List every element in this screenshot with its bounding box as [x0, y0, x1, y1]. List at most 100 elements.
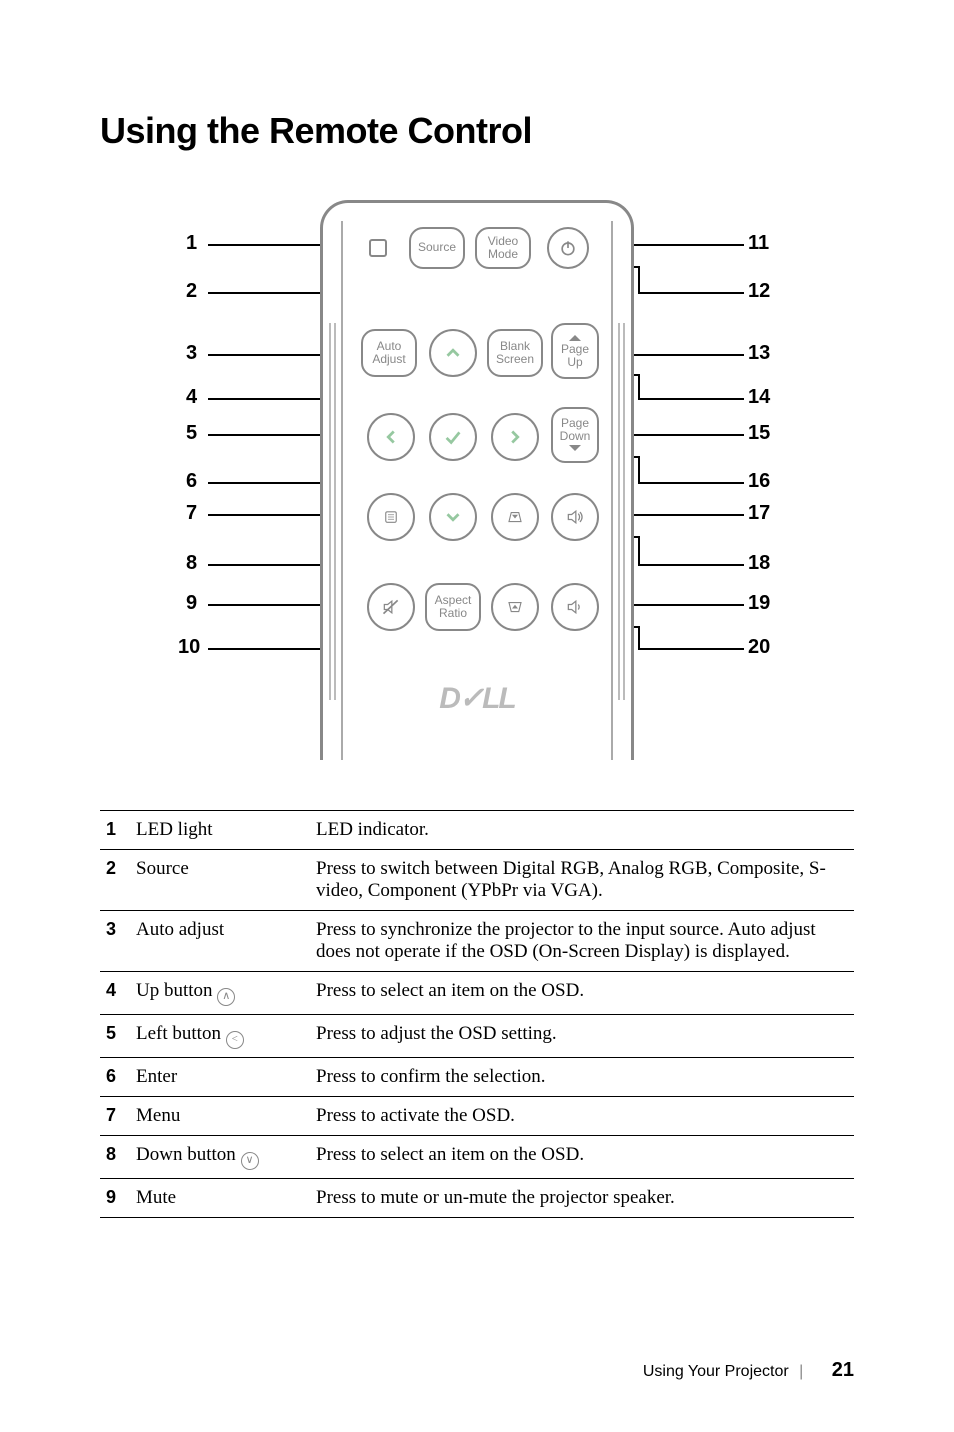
callout-13: 13 [748, 342, 770, 365]
left-button [367, 413, 415, 461]
page-footer: Using Your Projector | 21 [643, 1359, 854, 1382]
row-name: Mute [130, 1179, 310, 1218]
row-number: 9 [100, 1179, 130, 1218]
power-button [547, 227, 589, 269]
volume-up-icon [565, 507, 585, 527]
callout-10: 10 [178, 636, 200, 659]
row-desc: Press to activate the OSD. [310, 1097, 854, 1136]
row-number: 7 [100, 1097, 130, 1136]
enter-button [429, 413, 477, 461]
volume-up-button [551, 493, 599, 541]
page-down-button: PageDown [551, 407, 599, 463]
callout-7: 7 [186, 502, 197, 525]
callout-6: 6 [186, 470, 197, 493]
callout-9: 9 [186, 592, 197, 615]
row-desc: Press to confirm the selection. [310, 1058, 854, 1097]
table-row: 3Auto adjustPress to synchronize the pro… [100, 911, 854, 972]
table-row: 5Left button <Press to adjust the OSD se… [100, 1015, 854, 1058]
table-row: 1LED lightLED indicator. [100, 811, 854, 850]
row-number: 3 [100, 911, 130, 972]
callout-14: 14 [748, 386, 770, 409]
mute-icon [381, 597, 401, 617]
callout-table: 1LED lightLED indicator.2SourcePress to … [100, 810, 854, 1218]
down-arrow-icon [442, 506, 464, 528]
row-name: Left button < [130, 1015, 310, 1058]
volume-down-button [551, 583, 599, 631]
symbol-icon: < [226, 1031, 244, 1049]
menu-icon [382, 508, 400, 526]
callout-12: 12 [748, 280, 770, 303]
keystone-down-button [491, 493, 539, 541]
down-button [429, 493, 477, 541]
page-title: Using the Remote Control [100, 110, 854, 152]
row-desc: Press to synchronize the projector to th… [310, 911, 854, 972]
row-name: LED light [130, 811, 310, 850]
row-name: Auto adjust [130, 911, 310, 972]
callout-11: 11 [748, 232, 769, 255]
callout-1: 1 [186, 232, 197, 255]
table-row: 8Down button ∨Press to select an item on… [100, 1136, 854, 1179]
row-number: 6 [100, 1058, 130, 1097]
keystone-up-icon [506, 598, 524, 616]
remote-body: Source VideoMode AutoAdjust BlankScreen … [320, 200, 634, 760]
symbol-icon: ∧ [217, 988, 235, 1006]
footer-section: Using Your Projector [643, 1363, 789, 1380]
callout-16: 16 [748, 470, 770, 493]
table-row: 9MutePress to mute or un-mute the projec… [100, 1179, 854, 1218]
menu-button [367, 493, 415, 541]
check-icon [442, 426, 464, 448]
up-arrow-icon [442, 342, 464, 364]
table-row: 7MenuPress to activate the OSD. [100, 1097, 854, 1136]
row-name: Source [130, 850, 310, 911]
right-button [491, 413, 539, 461]
row-number: 1 [100, 811, 130, 850]
down-triangle-icon [566, 443, 584, 453]
callout-20: 20 [748, 636, 770, 659]
video-mode-button: VideoMode [475, 227, 531, 269]
footer-page: 21 [832, 1359, 854, 1381]
source-button: Source [409, 227, 465, 269]
symbol-icon: ∨ [241, 1152, 259, 1170]
row-number: 2 [100, 850, 130, 911]
callout-2: 2 [186, 280, 197, 303]
volume-down-icon [565, 597, 585, 617]
row-desc: Press to mute or un-mute the projector s… [310, 1179, 854, 1218]
row-desc: Press to switch between Digital RGB, Ana… [310, 850, 854, 911]
aspect-ratio-button: AspectRatio [425, 583, 481, 631]
table-row: 6EnterPress to confirm the selection. [100, 1058, 854, 1097]
callout-3: 3 [186, 342, 197, 365]
callout-8: 8 [186, 552, 197, 575]
table-row: 2SourcePress to switch between Digital R… [100, 850, 854, 911]
row-name: Menu [130, 1097, 310, 1136]
row-desc: Press to adjust the OSD setting. [310, 1015, 854, 1058]
footer-separator: | [799, 1363, 803, 1380]
keystone-up-button [491, 583, 539, 631]
row-name: Enter [130, 1058, 310, 1097]
callout-15: 15 [748, 422, 770, 445]
auto-adjust-button: AutoAdjust [361, 329, 417, 377]
left-arrow-icon [380, 426, 402, 448]
remote-diagram: 1 2 3 4 5 6 7 8 9 10 11 12 13 14 15 16 1… [100, 200, 854, 780]
row-number: 5 [100, 1015, 130, 1058]
mute-button [367, 583, 415, 631]
row-name: Down button ∨ [130, 1136, 310, 1179]
brand-logo: D✓LL [323, 681, 631, 716]
table-row: 4Up button ∧Press to select an item on t… [100, 972, 854, 1015]
blank-screen-button: BlankScreen [487, 329, 543, 377]
power-icon [558, 238, 578, 258]
row-number: 4 [100, 972, 130, 1015]
page-up-button: PageUp [551, 323, 599, 379]
right-arrow-icon [504, 426, 526, 448]
row-number: 8 [100, 1136, 130, 1179]
callout-17: 17 [748, 502, 770, 525]
row-name: Up button ∧ [130, 972, 310, 1015]
up-button [429, 329, 477, 377]
row-desc: Press to select an item on the OSD. [310, 1136, 854, 1179]
callout-18: 18 [748, 552, 770, 575]
led-light [369, 239, 387, 257]
row-desc: LED indicator. [310, 811, 854, 850]
row-desc: Press to select an item on the OSD. [310, 972, 854, 1015]
callout-19: 19 [748, 592, 770, 615]
keystone-down-icon [506, 508, 524, 526]
callout-5: 5 [186, 422, 197, 445]
